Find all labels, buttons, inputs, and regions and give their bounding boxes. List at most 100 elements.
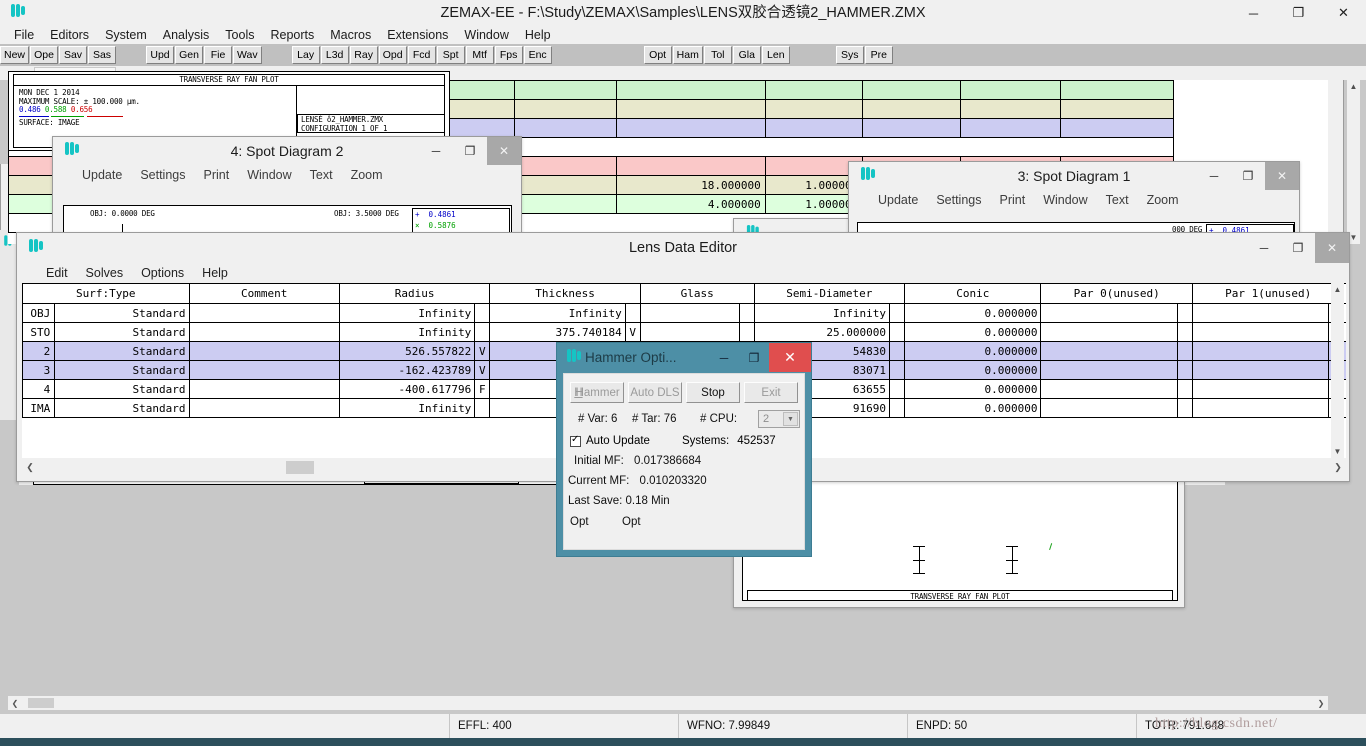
spot1-close-button[interactable]: ✕ bbox=[1265, 162, 1299, 190]
spot1-menu-settings[interactable]: Settings bbox=[927, 190, 990, 210]
lde-cell-surface-id[interactable]: IMA bbox=[22, 398, 56, 418]
mfe-cell-target[interactable] bbox=[616, 80, 766, 100]
lde-menu-help[interactable]: Help bbox=[193, 263, 237, 283]
spot-diagram-2-window[interactable]: 4: Spot Diagram 2 ─ ❐ ✕ Update Settings … bbox=[52, 136, 522, 267]
lde-cell-radius[interactable]: Infinity bbox=[338, 398, 476, 418]
cpu-select[interactable]: 2 ▼ bbox=[758, 410, 800, 428]
maximize-button[interactable]: ❐ bbox=[1276, 0, 1321, 26]
lde-col-par2[interactable]: Par 2(u bbox=[1343, 283, 1346, 304]
lde-cell-comment[interactable] bbox=[188, 303, 340, 323]
lde-cell-par0-flag[interactable] bbox=[1176, 360, 1193, 380]
lde-cell-par0-flag[interactable] bbox=[1176, 398, 1193, 418]
mfe-cell-extra[interactable] bbox=[1060, 99, 1174, 119]
toolbar-button-wavelength[interactable]: Wav bbox=[233, 46, 262, 64]
lde-cell-conic[interactable]: 0.000000 bbox=[904, 341, 1042, 361]
lde-cell-thickness[interactable]: Infinity bbox=[489, 303, 626, 323]
lde-col-surftype[interactable]: Surf:Type bbox=[22, 283, 190, 304]
lde-cell-thickness-flag[interactable]: V bbox=[624, 322, 641, 342]
toolbar-button-general[interactable]: Gen bbox=[175, 46, 204, 64]
lde-cell-comment[interactable] bbox=[188, 398, 340, 418]
lde-cell-radius[interactable]: 526.557822 bbox=[338, 341, 476, 361]
scroll-left-icon[interactable]: ❮ bbox=[8, 696, 22, 710]
toolbar-button-field[interactable]: Fie bbox=[204, 46, 233, 64]
lde-cell-par0[interactable] bbox=[1040, 398, 1178, 418]
table-row[interactable]: STO Standard Infinity 375.740184 V 25.000000 0… bbox=[22, 322, 1346, 342]
lde-col-comment[interactable]: Comment bbox=[188, 283, 340, 304]
hammer-button[interactable]: H Hammer bbox=[570, 382, 624, 403]
lde-cell-surface-type[interactable]: Standard bbox=[54, 303, 190, 323]
toolbar-button-open[interactable]: Ope bbox=[30, 46, 59, 64]
lde-cell-glass[interactable] bbox=[639, 322, 740, 342]
spot1-minimize-button[interactable]: ─ bbox=[1197, 162, 1231, 190]
lde-cell-par2[interactable] bbox=[1343, 303, 1346, 323]
toolbar-button-mtf[interactable]: Mtf bbox=[465, 46, 494, 64]
lde-cell-surface-type[interactable]: Standard bbox=[54, 379, 190, 399]
lde-menu-edit[interactable]: Edit bbox=[37, 263, 77, 283]
spot2-maximize-button[interactable]: ❐ bbox=[453, 137, 487, 165]
menu-system[interactable]: System bbox=[97, 26, 155, 44]
toolbar-button-system[interactable]: Sys bbox=[835, 46, 864, 64]
mfe-horizontal-scrollbar[interactable]: ❮ ❯ bbox=[8, 696, 1328, 710]
menu-extensions[interactable]: Extensions bbox=[379, 26, 456, 44]
mfe-cell-value[interactable] bbox=[862, 80, 961, 100]
lde-cell-comment[interactable] bbox=[188, 379, 340, 399]
mfe-cell-value[interactable] bbox=[862, 99, 961, 119]
spot1-menu-window[interactable]: Window bbox=[1034, 190, 1096, 210]
lde-cell-radius[interactable]: -400.617796 bbox=[338, 379, 476, 399]
lde-cell-par0[interactable] bbox=[1040, 322, 1178, 342]
lde-cell-comment[interactable] bbox=[188, 360, 340, 380]
mfe-cell-param4[interactable] bbox=[513, 99, 618, 119]
spot1-maximize-button[interactable]: ❐ bbox=[1231, 162, 1265, 190]
lde-cell-surface-id[interactable]: 4 bbox=[22, 379, 56, 399]
lde-cell-par0-flag[interactable] bbox=[1176, 379, 1193, 399]
spot2-menu-update[interactable]: Update bbox=[73, 165, 131, 185]
mfe-cell-target[interactable] bbox=[616, 156, 766, 176]
lde-cell-comment[interactable] bbox=[188, 322, 340, 342]
lde-col-conic[interactable]: Conic bbox=[904, 283, 1042, 304]
lde-cell-radius[interactable]: Infinity bbox=[338, 322, 476, 342]
lde-cell-semi-flag[interactable] bbox=[889, 303, 906, 323]
toolbar-button-update[interactable]: Upd bbox=[146, 46, 175, 64]
lde-close-button[interactable]: ✕ bbox=[1315, 233, 1349, 263]
lde-cell-conic[interactable]: 0.000000 bbox=[904, 398, 1042, 418]
lde-cell-par1[interactable] bbox=[1191, 360, 1330, 380]
toolbar-button-fps[interactable]: Fps bbox=[494, 46, 523, 64]
mfe-cell-target[interactable] bbox=[616, 99, 766, 119]
exit-button[interactable]: Exit bbox=[744, 382, 798, 403]
menu-reports[interactable]: Reports bbox=[262, 26, 322, 44]
lde-menu-solves[interactable]: Solves bbox=[77, 263, 133, 283]
desktop-taskbar[interactable] bbox=[0, 738, 1366, 746]
toolbar-button-spot[interactable]: Spt bbox=[436, 46, 465, 64]
mfe-cell-extra[interactable] bbox=[1060, 118, 1174, 138]
lde-cell-surface-type[interactable]: Standard bbox=[54, 360, 190, 380]
lde-cell-glass[interactable] bbox=[639, 303, 740, 323]
lde-cell-par0-flag[interactable] bbox=[1176, 303, 1193, 323]
lde-cell-radius-flag[interactable] bbox=[474, 303, 491, 323]
spot2-menu-settings[interactable]: Settings bbox=[131, 165, 194, 185]
lde-cell-semi-flag[interactable] bbox=[889, 360, 906, 380]
mfe-cell-param4[interactable] bbox=[513, 156, 618, 176]
lde-cell-par2[interactable] bbox=[1343, 322, 1346, 342]
lde-maximize-button[interactable]: ❐ bbox=[1281, 233, 1315, 263]
toolbar-button-lens[interactable]: Len bbox=[761, 46, 790, 64]
lde-cell-glass-flag[interactable] bbox=[738, 322, 755, 342]
lde-cell-semi-flag[interactable] bbox=[889, 379, 906, 399]
mfe-cell-target[interactable] bbox=[616, 118, 766, 138]
toolbar-button-optimize[interactable]: Opt bbox=[643, 46, 672, 64]
spot1-menu-print[interactable]: Print bbox=[990, 190, 1034, 210]
lde-col-radius[interactable]: Radius bbox=[338, 283, 491, 304]
spot2-menu-window[interactable]: Window bbox=[238, 165, 300, 185]
lde-cell-par2[interactable] bbox=[1343, 341, 1346, 361]
auto-dls-button[interactable]: Auto DLS bbox=[628, 382, 682, 403]
lde-cell-semi-diameter[interactable]: 25.000000 bbox=[753, 322, 891, 342]
spot1-menu-zoom[interactable]: Zoom bbox=[1138, 190, 1188, 210]
lde-cell-surface-type[interactable]: Standard bbox=[54, 341, 190, 361]
hammer-optimization-dialog[interactable]: Hammer Opti... ─ ❐ ✕ H Hammer Auto DLS St… bbox=[556, 342, 812, 557]
lde-cell-radius-flag[interactable]: F bbox=[474, 379, 491, 399]
mfe-cell-extra[interactable] bbox=[1060, 80, 1174, 100]
lde-cell-surface-id[interactable]: 2 bbox=[22, 341, 56, 361]
lde-col-glass[interactable]: Glass bbox=[639, 283, 755, 304]
toolbar-button-l3d[interactable]: L3d bbox=[320, 46, 349, 64]
lde-cell-par0-flag[interactable] bbox=[1176, 322, 1193, 342]
lde-cell-radius-flag[interactable] bbox=[474, 322, 491, 342]
